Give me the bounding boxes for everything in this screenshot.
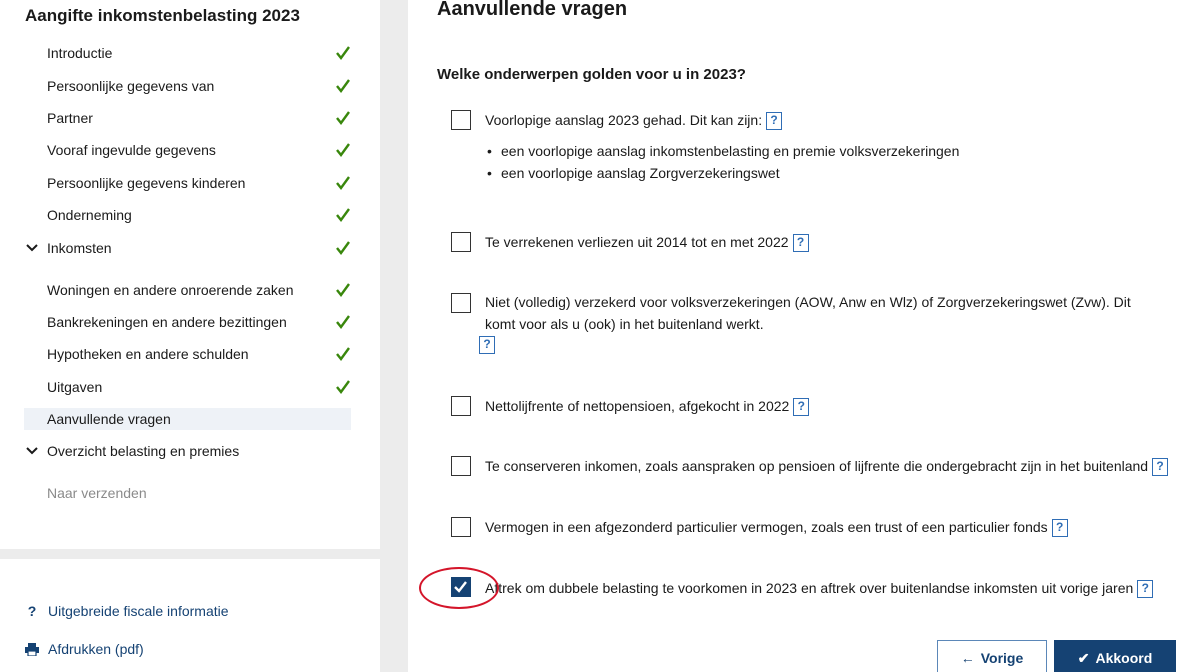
checkbox-te-conserveren[interactable] bbox=[451, 456, 471, 476]
help-icon[interactable]: ? bbox=[1137, 580, 1154, 599]
check-icon bbox=[336, 176, 350, 190]
checkbox-voorlopige-aanslag[interactable] bbox=[451, 110, 471, 130]
sidebar-item-bankrekeningen[interactable]: Bankrekeningen en andere bezittingen bbox=[47, 311, 351, 333]
sidebar-item-woningen[interactable]: Woningen en andere onroerende zaken bbox=[47, 279, 351, 301]
sidebar-item-introductie[interactable]: Introductie bbox=[47, 42, 351, 64]
sidebar-item-onderneming[interactable]: Onderneming bbox=[47, 204, 351, 226]
sidebar-item-aanvullende-vragen[interactable]: Aanvullende vragen bbox=[24, 408, 351, 430]
help-icon[interactable]: ? bbox=[766, 112, 783, 131]
page-title: Aanvullende vragen bbox=[437, 0, 628, 20]
help-icon[interactable]: ? bbox=[479, 336, 495, 354]
help-icon[interactable]: ? bbox=[1051, 519, 1068, 538]
sidebar-item-overzicht[interactable]: Overzicht belasting en premies bbox=[47, 440, 351, 462]
option-label: Aftrek om dubbele belasting te voorkomen… bbox=[485, 577, 1154, 599]
checkbox-nettolijfrente[interactable] bbox=[451, 396, 471, 416]
fiscal-info-link[interactable]: ? Uitgebreide fiscale informatie bbox=[25, 603, 229, 619]
previous-label: Vorige bbox=[980, 650, 1024, 666]
checkbox-niet-verzekerd[interactable] bbox=[451, 293, 471, 313]
check-icon bbox=[336, 111, 350, 125]
list-item: een voorlopige aanslag Zorgverzekeringsw… bbox=[485, 162, 959, 184]
sidebar-item-partner[interactable]: Partner bbox=[47, 107, 351, 129]
sidebar-separator bbox=[0, 549, 380, 559]
option-label: Nettolijfrente of nettopensioen, afgekoc… bbox=[485, 395, 810, 417]
help-icon[interactable]: ? bbox=[1152, 458, 1169, 477]
sidebar-item-naar-verzenden: Naar verzenden bbox=[47, 485, 147, 501]
check-icon bbox=[336, 46, 350, 60]
question-icon: ? bbox=[27, 603, 37, 619]
sidebar-item-persoonlijke-gegevens[interactable]: Persoonlijke gegevens van bbox=[47, 75, 351, 97]
print-pdf-link[interactable]: Afdrukken (pdf) bbox=[25, 641, 144, 657]
annotation-circle bbox=[419, 567, 499, 609]
checkbox-verliezen[interactable] bbox=[451, 232, 471, 252]
check-icon bbox=[336, 283, 350, 297]
sidebar-item-hypotheken[interactable]: Hypotheken en andere schulden bbox=[47, 343, 351, 365]
chevron-down-icon[interactable] bbox=[26, 237, 38, 259]
check-icon bbox=[336, 380, 350, 394]
question-heading: Welke onderwerpen golden voor u in 2023? bbox=[437, 66, 746, 83]
panel-divider bbox=[380, 0, 408, 672]
checkbox-vermogen[interactable] bbox=[451, 517, 471, 537]
print-pdf-label[interactable]: Afdrukken (pdf) bbox=[48, 641, 144, 657]
accept-button[interactable]: ✔ Akkoord bbox=[1054, 640, 1176, 672]
check-icon: ✔ bbox=[1077, 649, 1090, 666]
option-label: Te conserveren inkomen, zoals aanspraken… bbox=[485, 455, 1169, 477]
sidebar-item-inkomsten[interactable]: Inkomsten bbox=[47, 237, 351, 259]
bullet-list: een voorlopige aanslag inkomstenbelastin… bbox=[485, 140, 959, 184]
option-label: Vermogen in een afgezonderd particulier … bbox=[485, 516, 1068, 538]
sidebar-title: Aangifte inkomstenbelasting 2023 bbox=[25, 6, 300, 25]
option-label: Te verrekenen verliezen uit 2014 tot en … bbox=[485, 231, 809, 253]
list-item: een voorlopige aanslag inkomstenbelastin… bbox=[485, 140, 959, 162]
printer-icon bbox=[25, 642, 39, 656]
check-icon bbox=[336, 241, 350, 255]
fiscal-info-label[interactable]: Uitgebreide fiscale informatie bbox=[48, 603, 229, 619]
sidebar-item-kinderen[interactable]: Persoonlijke gegevens kinderen bbox=[47, 172, 351, 194]
check-icon bbox=[336, 208, 350, 222]
previous-button[interactable]: ← Vorige bbox=[937, 640, 1047, 672]
arrow-left-icon: ← bbox=[960, 650, 975, 666]
check-icon bbox=[336, 79, 350, 93]
option-label: Niet (volledig) verzekerd voor volksverz… bbox=[485, 294, 1131, 332]
sidebar-item-uitgaven[interactable]: Uitgaven bbox=[47, 376, 351, 398]
sidebar-item-vooraf-ingevulde[interactable]: Vooraf ingevulde gegevens bbox=[47, 139, 351, 161]
check-icon bbox=[336, 143, 350, 157]
help-icon[interactable]: ? bbox=[793, 398, 810, 417]
check-icon bbox=[336, 347, 350, 361]
accept-label: Akkoord bbox=[1095, 650, 1153, 666]
check-icon bbox=[336, 315, 350, 329]
help-icon[interactable]: ? bbox=[792, 234, 809, 253]
option-label: Voorlopige aanslag 2023 gehad. Dit kan z… bbox=[485, 109, 783, 131]
chevron-down-icon[interactable] bbox=[26, 440, 38, 462]
